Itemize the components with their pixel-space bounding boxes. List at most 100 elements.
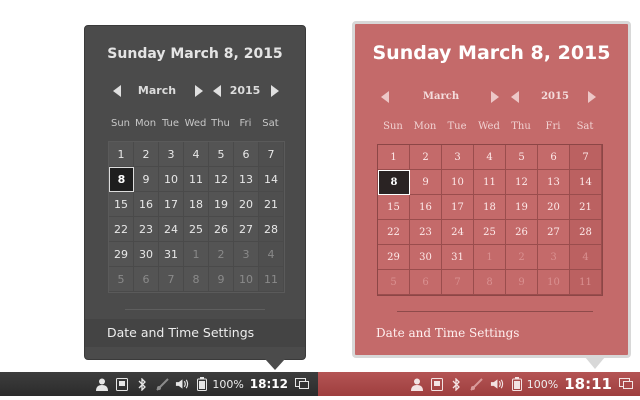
selected-day-cell[interactable]: 8: [378, 170, 410, 195]
day-cell[interactable]: 7: [259, 142, 284, 167]
day-cell[interactable]: 12: [506, 170, 538, 195]
other-month-day-cell[interactable]: 1: [474, 245, 506, 270]
other-month-day-cell[interactable]: 4: [570, 245, 602, 270]
day-cell[interactable]: 18: [184, 192, 209, 217]
display-icon[interactable]: [619, 377, 633, 391]
day-cell[interactable]: 28: [570, 220, 602, 245]
screenshot-icon[interactable]: [430, 377, 444, 391]
day-cell[interactable]: 21: [259, 192, 284, 217]
user-icon[interactable]: [95, 377, 109, 391]
day-cell[interactable]: 9: [134, 167, 159, 192]
day-cell[interactable]: 14: [259, 167, 284, 192]
date-time-settings-item[interactable]: Date and Time Settings: [85, 319, 305, 347]
clock[interactable]: 18:11: [564, 375, 612, 393]
other-month-day-cell[interactable]: 10: [538, 270, 570, 295]
day-cell[interactable]: 23: [134, 217, 159, 242]
day-cell[interactable]: 2: [410, 145, 442, 170]
day-cell[interactable]: 25: [184, 217, 209, 242]
other-month-day-cell[interactable]: 5: [378, 270, 410, 295]
day-cell[interactable]: 29: [109, 242, 134, 267]
other-month-day-cell[interactable]: 9: [209, 267, 234, 292]
day-cell[interactable]: 11: [184, 167, 209, 192]
date-time-settings-item[interactable]: Date and Time Settings: [376, 326, 519, 340]
day-cell[interactable]: 16: [410, 195, 442, 220]
day-cell[interactable]: 26: [506, 220, 538, 245]
day-cell[interactable]: 24: [159, 217, 184, 242]
day-cell[interactable]: 1: [378, 145, 410, 170]
other-month-day-cell[interactable]: 8: [474, 270, 506, 295]
day-cell[interactable]: 27: [234, 217, 259, 242]
network-disabled-icon[interactable]: [155, 377, 169, 391]
selected-day-cell[interactable]: 8: [109, 167, 134, 192]
day-cell[interactable]: 27: [538, 220, 570, 245]
day-cell[interactable]: 7: [570, 145, 602, 170]
display-icon[interactable]: [295, 377, 309, 391]
day-cell[interactable]: 19: [506, 195, 538, 220]
other-month-day-cell[interactable]: 6: [410, 270, 442, 295]
next-year-icon[interactable]: [588, 91, 596, 103]
next-year-icon[interactable]: [271, 85, 279, 97]
day-cell[interactable]: 4: [474, 145, 506, 170]
network-disabled-icon[interactable]: [470, 377, 484, 391]
other-month-day-cell[interactable]: 3: [538, 245, 570, 270]
bluetooth-icon[interactable]: [450, 377, 464, 391]
day-cell[interactable]: 31: [442, 245, 474, 270]
day-cell[interactable]: 1: [109, 142, 134, 167]
day-cell[interactable]: 22: [378, 220, 410, 245]
day-cell[interactable]: 26: [209, 217, 234, 242]
clock[interactable]: 18:12: [250, 377, 288, 391]
day-cell[interactable]: 30: [134, 242, 159, 267]
volume-icon[interactable]: [490, 377, 504, 391]
battery-icon[interactable]: [510, 377, 524, 391]
day-cell[interactable]: 20: [538, 195, 570, 220]
prev-month-icon[interactable]: [113, 85, 121, 97]
day-cell[interactable]: 14: [570, 170, 602, 195]
other-month-day-cell[interactable]: 8: [184, 267, 209, 292]
day-cell[interactable]: 30: [410, 245, 442, 270]
day-cell[interactable]: 17: [159, 192, 184, 217]
day-cell[interactable]: 18: [474, 195, 506, 220]
day-cell[interactable]: 10: [159, 167, 184, 192]
volume-icon[interactable]: [175, 377, 189, 391]
day-cell[interactable]: 25: [474, 220, 506, 245]
other-month-day-cell[interactable]: 7: [159, 267, 184, 292]
day-cell[interactable]: 15: [378, 195, 410, 220]
day-cell[interactable]: 19: [209, 192, 234, 217]
day-cell[interactable]: 11: [474, 170, 506, 195]
day-cell[interactable]: 3: [159, 142, 184, 167]
screenshot-icon[interactable]: [115, 377, 129, 391]
other-month-day-cell[interactable]: 3: [234, 242, 259, 267]
user-icon[interactable]: [410, 377, 424, 391]
next-month-icon[interactable]: [195, 85, 203, 97]
other-month-day-cell[interactable]: 2: [506, 245, 538, 270]
other-month-day-cell[interactable]: 5: [109, 267, 134, 292]
day-cell[interactable]: 10: [442, 170, 474, 195]
day-cell[interactable]: 24: [442, 220, 474, 245]
day-cell[interactable]: 29: [378, 245, 410, 270]
prev-month-icon[interactable]: [381, 91, 389, 103]
day-cell[interactable]: 28: [259, 217, 284, 242]
battery-icon[interactable]: [195, 377, 209, 391]
day-cell[interactable]: 13: [538, 170, 570, 195]
day-cell[interactable]: 13: [234, 167, 259, 192]
day-cell[interactable]: 31: [159, 242, 184, 267]
next-month-icon[interactable]: [491, 91, 499, 103]
other-month-day-cell[interactable]: 10: [234, 267, 259, 292]
day-cell[interactable]: 9: [410, 170, 442, 195]
day-cell[interactable]: 20: [234, 192, 259, 217]
day-cell[interactable]: 6: [234, 142, 259, 167]
day-cell[interactable]: 5: [506, 145, 538, 170]
day-cell[interactable]: 6: [538, 145, 570, 170]
day-cell[interactable]: 3: [442, 145, 474, 170]
day-cell[interactable]: 16: [134, 192, 159, 217]
other-month-day-cell[interactable]: 1: [184, 242, 209, 267]
other-month-day-cell[interactable]: 7: [442, 270, 474, 295]
day-cell[interactable]: 21: [570, 195, 602, 220]
day-cell[interactable]: 22: [109, 217, 134, 242]
day-cell[interactable]: 17: [442, 195, 474, 220]
bluetooth-icon[interactable]: [135, 377, 149, 391]
day-cell[interactable]: 23: [410, 220, 442, 245]
other-month-day-cell[interactable]: 4: [259, 242, 284, 267]
other-month-day-cell[interactable]: 2: [209, 242, 234, 267]
day-cell[interactable]: 5: [209, 142, 234, 167]
